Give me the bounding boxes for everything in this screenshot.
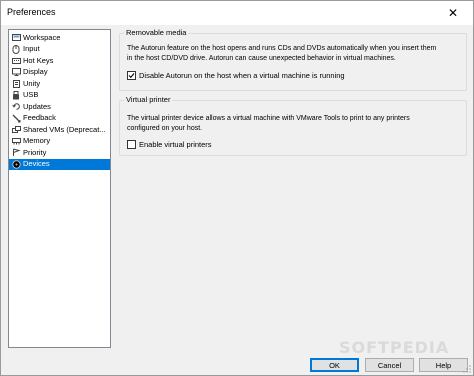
- window-title: Preferences: [7, 7, 56, 17]
- usb-icon: [11, 90, 21, 100]
- virtual-printer-description-1: The virtual printer device allows a virt…: [127, 115, 410, 122]
- priority-icon: [11, 148, 21, 157]
- disable-autorun-checkbox-row[interactable]: Disable Autorun on the host when a virtu…: [127, 71, 345, 80]
- sidebar-item-label: Updates: [23, 101, 51, 111]
- devices-icon: [11, 160, 21, 169]
- sidebar-item-usb[interactable]: USB: [9, 90, 110, 102]
- sidebar-item-label: Devices: [23, 159, 50, 169]
- disable-autorun-label: Disable Autorun on the host when a virtu…: [139, 71, 345, 80]
- sidebar-item-input[interactable]: Input: [9, 44, 110, 56]
- sidebar-item-label: Memory: [23, 136, 51, 146]
- sidebar-item-label: USB: [23, 90, 39, 100]
- virtual-printer-title: Virtual printer: [124, 95, 173, 104]
- sidebar-item-priority[interactable]: Priority: [9, 147, 110, 159]
- ok-button[interactable]: OK: [310, 358, 359, 372]
- title-bar[interactable]: Preferences ✕: [1, 1, 473, 25]
- help-button[interactable]: Help: [419, 358, 468, 372]
- sidebar-item-display[interactable]: Display: [9, 67, 110, 79]
- sidebar-item-updates[interactable]: Updates: [9, 101, 110, 113]
- sidebar-item-devices[interactable]: Devices: [9, 158, 110, 170]
- softpedia-watermark: SOFTPEDIA: [339, 338, 450, 357]
- removable-media-group: Removable media The Autorun feature on t…: [119, 28, 467, 91]
- resize-grip-icon[interactable]: [463, 365, 471, 373]
- display-icon: [11, 68, 21, 77]
- enable-virtual-printers-label: Enable virtual printers: [139, 140, 212, 149]
- input-icon: [11, 44, 21, 54]
- sidebar-item-feedback[interactable]: Feedback: [9, 113, 110, 125]
- preferences-tree[interactable]: Workspace Input Hot Keys Display Unity USB Upd…: [8, 29, 111, 348]
- updates-icon: [11, 102, 21, 111]
- sidebar-item-workspace[interactable]: Workspace: [9, 32, 110, 44]
- sidebar-item-label: Workspace: [23, 32, 61, 42]
- removable-media-description-1: The Autorun feature on the host opens an…: [127, 45, 437, 52]
- preferences-window: Preferences ✕ Workspace Input Hot Keys Disp…: [0, 0, 474, 376]
- sidebar-item-label: Shared VMs (Deprecat...: [23, 124, 106, 134]
- workspace-icon: [11, 33, 21, 42]
- sidebar-item-label: Unity: [23, 78, 41, 88]
- cancel-button[interactable]: Cancel: [365, 358, 414, 372]
- enable-virtual-printers-checkbox[interactable]: [127, 140, 136, 149]
- memory-icon: [11, 137, 21, 146]
- sidebar-item-shared-vms-deprecat[interactable]: Shared VMs (Deprecat...: [9, 124, 110, 136]
- sidebar-item-hot-keys[interactable]: Hot Keys: [9, 55, 110, 67]
- removable-media-description-2: in the host CD/DVD drive. Autorun can ca…: [127, 55, 396, 62]
- unity-icon: [11, 79, 21, 88]
- enable-virtual-printers-checkbox-row[interactable]: Enable virtual printers: [127, 140, 212, 149]
- sidebar-item-label: Priority: [23, 147, 47, 157]
- virtual-printer-group: Virtual printer The virtual printer devi…: [119, 95, 467, 156]
- close-button[interactable]: ✕: [433, 1, 473, 25]
- checkmark-icon: [128, 73, 135, 79]
- feedback-icon: [11, 114, 21, 123]
- sidebar-item-unity[interactable]: Unity: [9, 78, 110, 90]
- hotkeys-icon: [11, 56, 21, 65]
- disable-autorun-checkbox[interactable]: [127, 71, 136, 80]
- sidebar-item-label: Display: [23, 67, 48, 77]
- sidebar-item-label: Input: [23, 44, 40, 54]
- virtual-printer-description-2: configured on your host.: [127, 125, 203, 132]
- sidebar-item-memory[interactable]: Memory: [9, 136, 110, 148]
- removable-media-title: Removable media: [124, 28, 189, 37]
- sidebar-item-label: Hot Keys: [23, 55, 54, 65]
- sidebar-item-label: Feedback: [23, 113, 56, 123]
- shared-vms-icon: [11, 125, 21, 134]
